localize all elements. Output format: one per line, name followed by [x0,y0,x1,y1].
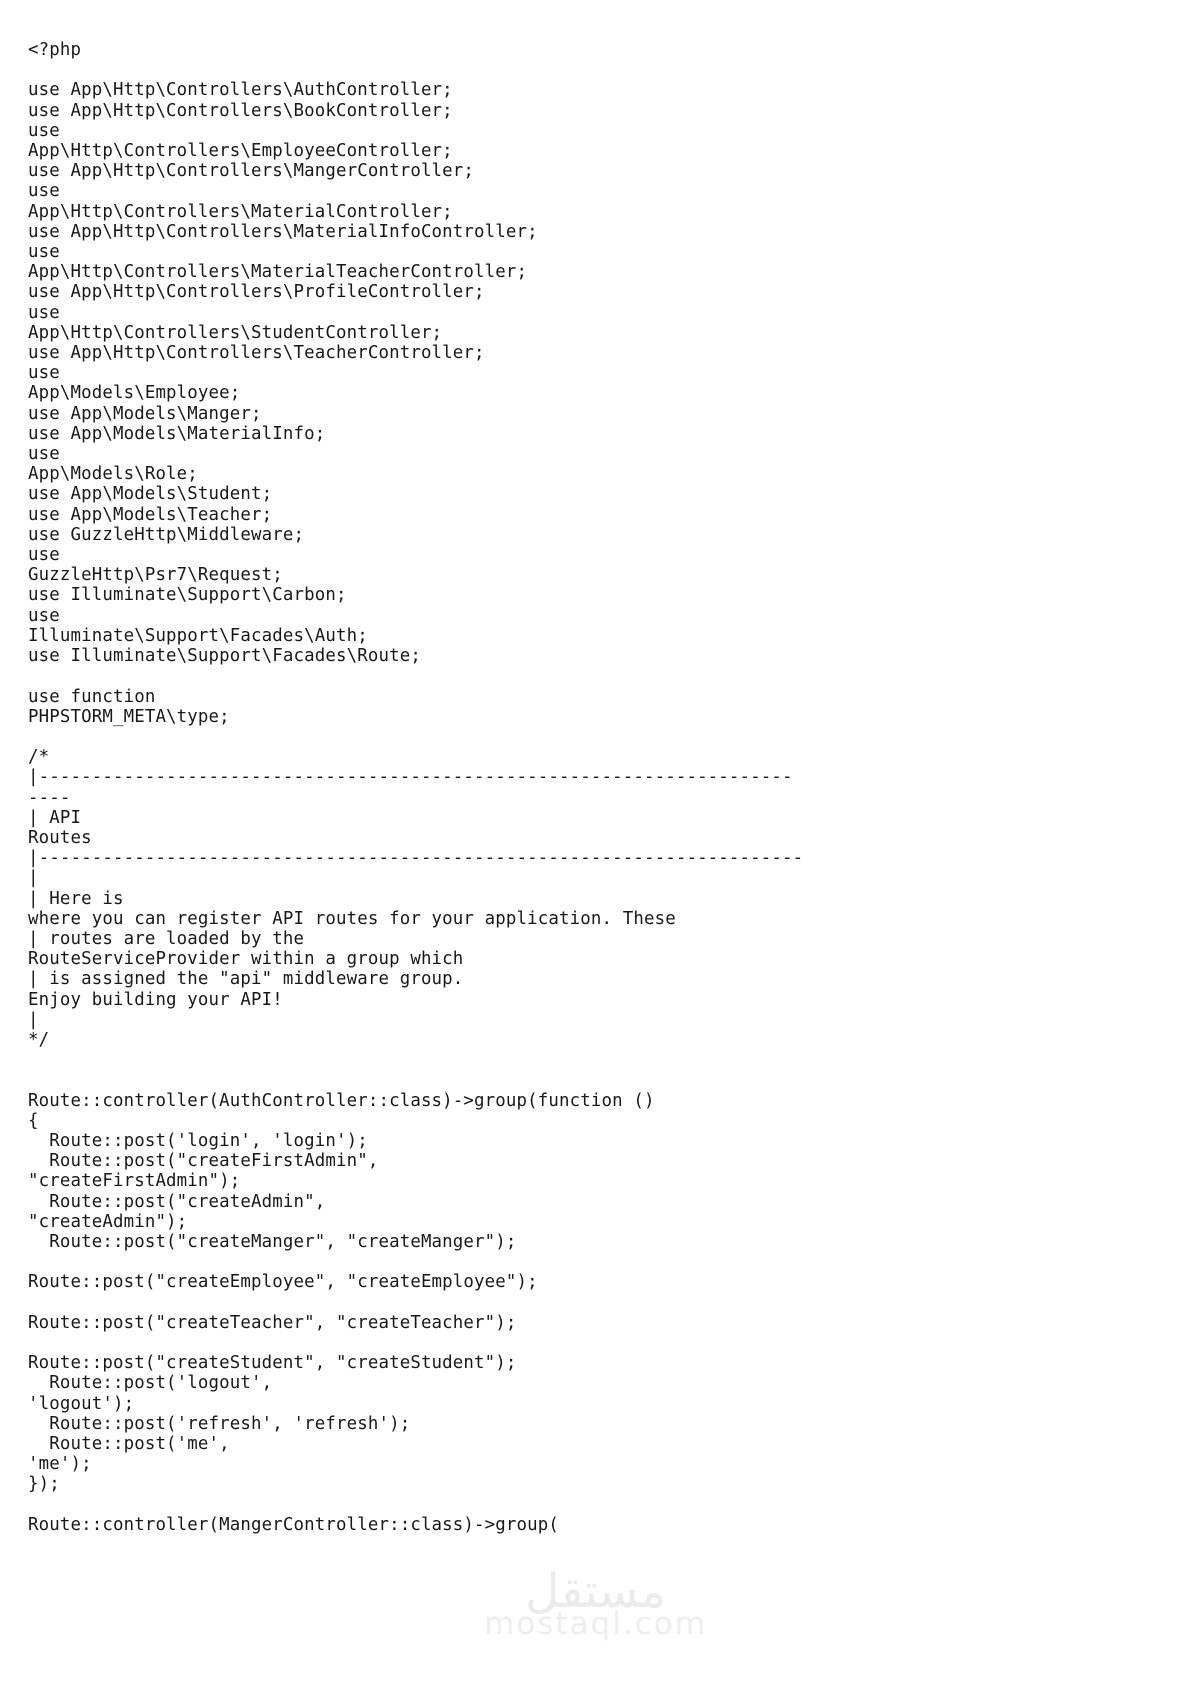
code-listing: <?php use App\Http\Controllers\AuthContr… [0,0,1191,1535]
code-line: RouteServiceProvider within a group whic… [28,949,464,970]
code-line: "createFirstAdmin"); [28,1171,241,1192]
code-line: ---- [28,787,71,808]
code-line: use App\Http\Controllers\TeacherControll… [28,343,485,364]
code-line: use App\Http\Controllers\AuthController; [28,80,453,101]
code-line: { [28,1110,39,1131]
code-line: Route::post("createFirstAdmin", [28,1151,379,1172]
code-line: where you can register API routes for yo… [28,908,676,929]
code-line: use [28,181,60,202]
code-line: */ [28,1029,50,1050]
code-line: use [28,120,60,141]
code-line: Route::post("createManger", "createMange… [28,1231,517,1252]
code-line: use [28,605,60,626]
code-line: | [28,1009,39,1030]
watermark-latin-text: mostaql.com [484,1606,707,1642]
code-line: use App\Http\Controllers\ProfileControll… [28,282,485,303]
code-line: use [28,363,60,384]
code-line: /* [28,747,50,768]
code-line: |---------------------------------------… [28,848,804,869]
code-line: use [28,302,60,323]
code-line: use Illuminate\Support\Carbon; [28,585,347,606]
code-line: Route::post('login', 'login'); [28,1130,368,1151]
code-line: App\Http\Controllers\MaterialController; [28,201,453,222]
code-line: 'me'); [28,1454,92,1475]
code-line: Route::post('me', [28,1434,230,1455]
code-line: use GuzzleHttp\Middleware; [28,524,305,545]
watermark-arabic-text: مستقل [525,1564,666,1619]
code-line: Route::post("createEmployee", "createEmp… [28,1272,538,1293]
code-line: | is assigned the "api" middleware group… [28,969,464,990]
code-line: | API [28,807,82,828]
code-line: "createAdmin"); [28,1211,188,1232]
code-line: Route::controller(AuthController::class)… [28,1090,655,1111]
code-line: App\Models\Employee; [28,383,241,404]
code-line: use [28,242,60,263]
code-line: Illuminate\Support\Facades\Auth; [28,625,368,646]
code-line: | routes are loaded by the [28,928,305,949]
code-line: Route::post("createAdmin", [28,1191,326,1212]
code-line: App\Models\Role; [28,464,198,485]
code-line: }); [28,1474,60,1495]
code-line: | [28,868,39,889]
code-line: | Here is [28,888,124,909]
code-line: PHPSTORM_META\type; [28,706,230,727]
code-line: use App\Http\Controllers\MangerControlle… [28,161,475,182]
code-line: App\Http\Controllers\StudentController; [28,322,443,343]
code-line: use [28,545,60,566]
mostaql-watermark: مستقل mostaql.com [0,1568,1191,1640]
code-line: GuzzleHttp\Psr7\Request; [28,565,283,586]
code-line: use App\Models\Teacher; [28,504,273,525]
code-line: use [28,444,60,465]
code-line: use App\Models\MaterialInfo; [28,423,326,444]
code-line: Route::post("createTeacher", "createTeac… [28,1312,517,1333]
code-line: Route::controller(MangerController::clas… [28,1514,560,1535]
document-page: مستقل mostaql.com <?php use App\Http\Con… [0,0,1191,1684]
code-line: use App\Http\Controllers\MaterialInfoCon… [28,221,538,242]
code-line: use Illuminate\Support\Facades\Route; [28,646,421,667]
code-line: Route::post("createStudent", "createStud… [28,1353,517,1374]
code-line: App\Http\Controllers\MaterialTeacherCont… [28,262,528,283]
code-line: use function [28,686,156,707]
code-line: Route::post('refresh', 'refresh'); [28,1413,411,1434]
code-line: use App\Http\Controllers\BookController; [28,100,453,121]
code-line: Enjoy building your API! [28,989,283,1010]
code-line: |---------------------------------------… [28,767,793,788]
code-line: 'logout'); [28,1393,135,1414]
code-line: Routes [28,827,92,848]
code-line: use App\Models\Manger; [28,403,262,424]
code-line: App\Http\Controllers\EmployeeController; [28,141,453,162]
code-line: use App\Models\Student; [28,484,273,505]
code-line: Route::post('logout', [28,1373,273,1394]
code-line: <?php [28,40,82,60]
